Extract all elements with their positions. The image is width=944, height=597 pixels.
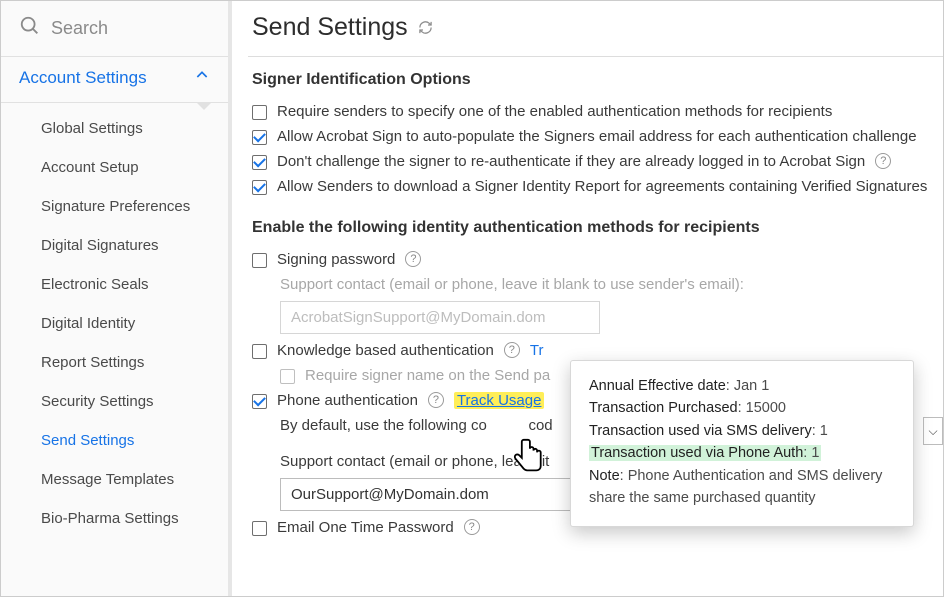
checkbox-email-otp[interactable] bbox=[252, 521, 267, 536]
input-support-contact[interactable] bbox=[280, 478, 600, 511]
tooltip-effective-date-val: : Jan 1 bbox=[726, 378, 770, 394]
tooltip-effective-date-key: Annual Effective date bbox=[589, 378, 726, 394]
page-title: Send Settings bbox=[252, 13, 943, 52]
help-icon[interactable]: ? bbox=[504, 342, 520, 358]
label-download-identity-report: Allow Senders to download a Signer Ident… bbox=[277, 178, 927, 195]
tooltip-sms-used-val: : 1 bbox=[812, 423, 828, 439]
search-icon bbox=[19, 15, 41, 42]
checkbox-kba[interactable] bbox=[252, 344, 267, 359]
checkbox-require-auth[interactable] bbox=[252, 105, 267, 120]
checkbox-signing-password[interactable] bbox=[252, 253, 267, 268]
sidebar-item-digital-signatures[interactable]: Digital Signatures bbox=[1, 226, 228, 265]
checkbox-download-identity-report[interactable] bbox=[252, 180, 267, 195]
refresh-icon[interactable] bbox=[418, 13, 433, 42]
input-support-contact-disabled bbox=[280, 301, 600, 334]
label-signing-password: Signing password bbox=[277, 251, 395, 268]
sidebar-item-bio-pharma-settings[interactable]: Bio-Pharma Settings bbox=[1, 499, 228, 538]
tooltip-phone-used-key: Transaction used via Phone Auth bbox=[591, 445, 803, 461]
pointer-cursor-icon bbox=[511, 436, 547, 481]
label-autopopulate-email: Allow Acrobat Sign to auto-populate the … bbox=[277, 128, 917, 145]
page-title-text: Send Settings bbox=[252, 13, 408, 42]
label-require-auth: Require senders to specify one of the en… bbox=[277, 103, 832, 120]
help-icon[interactable]: ? bbox=[464, 519, 480, 535]
sidebar-section-label: Account Settings bbox=[19, 68, 147, 88]
label-support-contact-2: Support contact (email or phone, leave i… bbox=[280, 453, 549, 470]
sidebar-item-security-settings[interactable]: Security Settings bbox=[1, 382, 228, 421]
sidebar-item-electronic-seals[interactable]: Electronic Seals bbox=[1, 265, 228, 304]
track-usage-tooltip: Annual Effective date: Jan 1 Transaction… bbox=[570, 360, 914, 527]
sidebar-item-digital-identity[interactable]: Digital Identity bbox=[1, 304, 228, 343]
tooltip-purchased-key: Transaction Purchased bbox=[589, 400, 738, 416]
signer-id-options: Signer Identification Options Require se… bbox=[252, 71, 943, 199]
search-box[interactable]: Search bbox=[1, 1, 228, 56]
checkbox-no-rechallenge[interactable] bbox=[252, 155, 267, 170]
search-placeholder: Search bbox=[51, 18, 108, 39]
help-icon[interactable]: ? bbox=[405, 251, 421, 267]
label-require-signer-name: Require signer name on the Send pa bbox=[305, 367, 550, 384]
tooltip-sms-used-key: Transaction used via SMS delivery bbox=[589, 423, 812, 439]
sidebar-item-account-setup[interactable]: Account Setup bbox=[1, 148, 228, 187]
sidebar-item-send-settings[interactable]: Send Settings bbox=[1, 421, 228, 460]
checkbox-autopopulate-email[interactable] bbox=[252, 130, 267, 145]
tooltip-purchased-val: : 15000 bbox=[738, 400, 786, 416]
label-default-country-code: By default, use the following coxxxxx co… bbox=[280, 417, 553, 434]
group-title-auth-methods: Enable the following identity authentica… bbox=[252, 219, 943, 237]
select-country-code[interactable]: ⌵ bbox=[923, 417, 943, 445]
help-icon[interactable]: ? bbox=[875, 153, 891, 169]
label-support-contact-hint: Support contact (email or phone, leave i… bbox=[280, 276, 744, 293]
label-kba: Knowledge based authentication bbox=[277, 342, 494, 359]
sidebar: Search Account Settings Global Settings … bbox=[1, 1, 232, 596]
checkbox-require-signer-name bbox=[280, 369, 295, 384]
label-email-otp: Email One Time Password bbox=[277, 519, 454, 536]
sidebar-item-report-settings[interactable]: Report Settings bbox=[1, 343, 228, 382]
chevron-up-icon bbox=[194, 67, 210, 88]
sidebar-item-message-templates[interactable]: Message Templates bbox=[1, 460, 228, 499]
group-title-signer-id: Signer Identification Options bbox=[252, 71, 943, 89]
checkbox-phone-auth[interactable] bbox=[252, 394, 267, 409]
link-track-usage[interactable]: Track Usage bbox=[454, 392, 544, 409]
sidebar-item-global-settings[interactable]: Global Settings bbox=[1, 109, 228, 148]
link-kba-track[interactable]: Tr bbox=[530, 342, 544, 359]
label-phone-auth: Phone authentication bbox=[277, 392, 418, 409]
sidebar-item-signature-preferences[interactable]: Signature Preferences bbox=[1, 187, 228, 226]
help-icon[interactable]: ? bbox=[428, 392, 444, 408]
tooltip-phone-used-val: : 1 bbox=[803, 445, 819, 461]
sidebar-nav: Global Settings Account Setup Signature … bbox=[1, 103, 228, 544]
label-no-rechallenge: Don't challenge the signer to re-authent… bbox=[277, 153, 865, 170]
tooltip-note-val: : Phone Authentication and SMS delivery … bbox=[589, 468, 882, 506]
tooltip-note-key: Note bbox=[589, 468, 620, 484]
sidebar-section-account-settings[interactable]: Account Settings bbox=[1, 56, 228, 103]
